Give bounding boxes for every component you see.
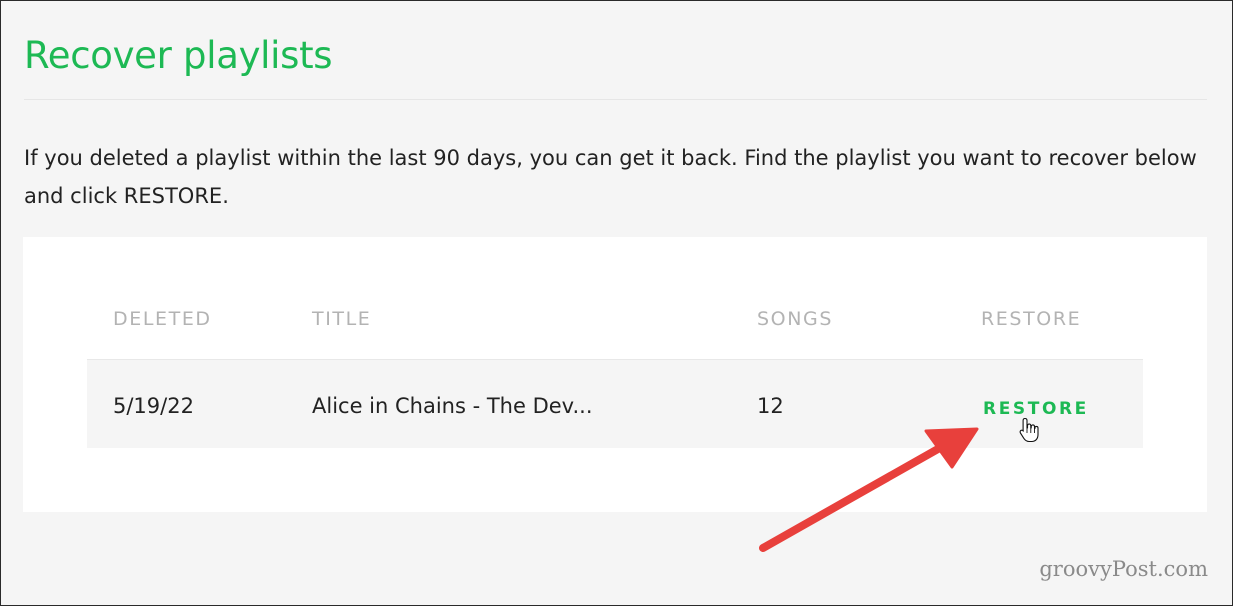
column-header-restore: RESTORE <box>981 308 1082 330</box>
column-header-songs: SONGS <box>757 308 834 330</box>
page-title: Recover playlists <box>24 34 333 77</box>
row-playlist-title: Alice in Chains - The Dev... <box>312 394 593 418</box>
column-header-deleted: DELETED <box>113 308 212 330</box>
title-divider <box>24 99 1207 100</box>
row-song-count: 12 <box>757 394 784 418</box>
watermark: groovyPost.com <box>1039 557 1208 581</box>
intro-text: If you deleted a playlist within the las… <box>24 146 1197 208</box>
column-header-title: TITLE <box>312 308 372 330</box>
row-deleted-date: 5/19/22 <box>113 394 194 418</box>
hand-pointer-icon <box>1019 417 1039 443</box>
